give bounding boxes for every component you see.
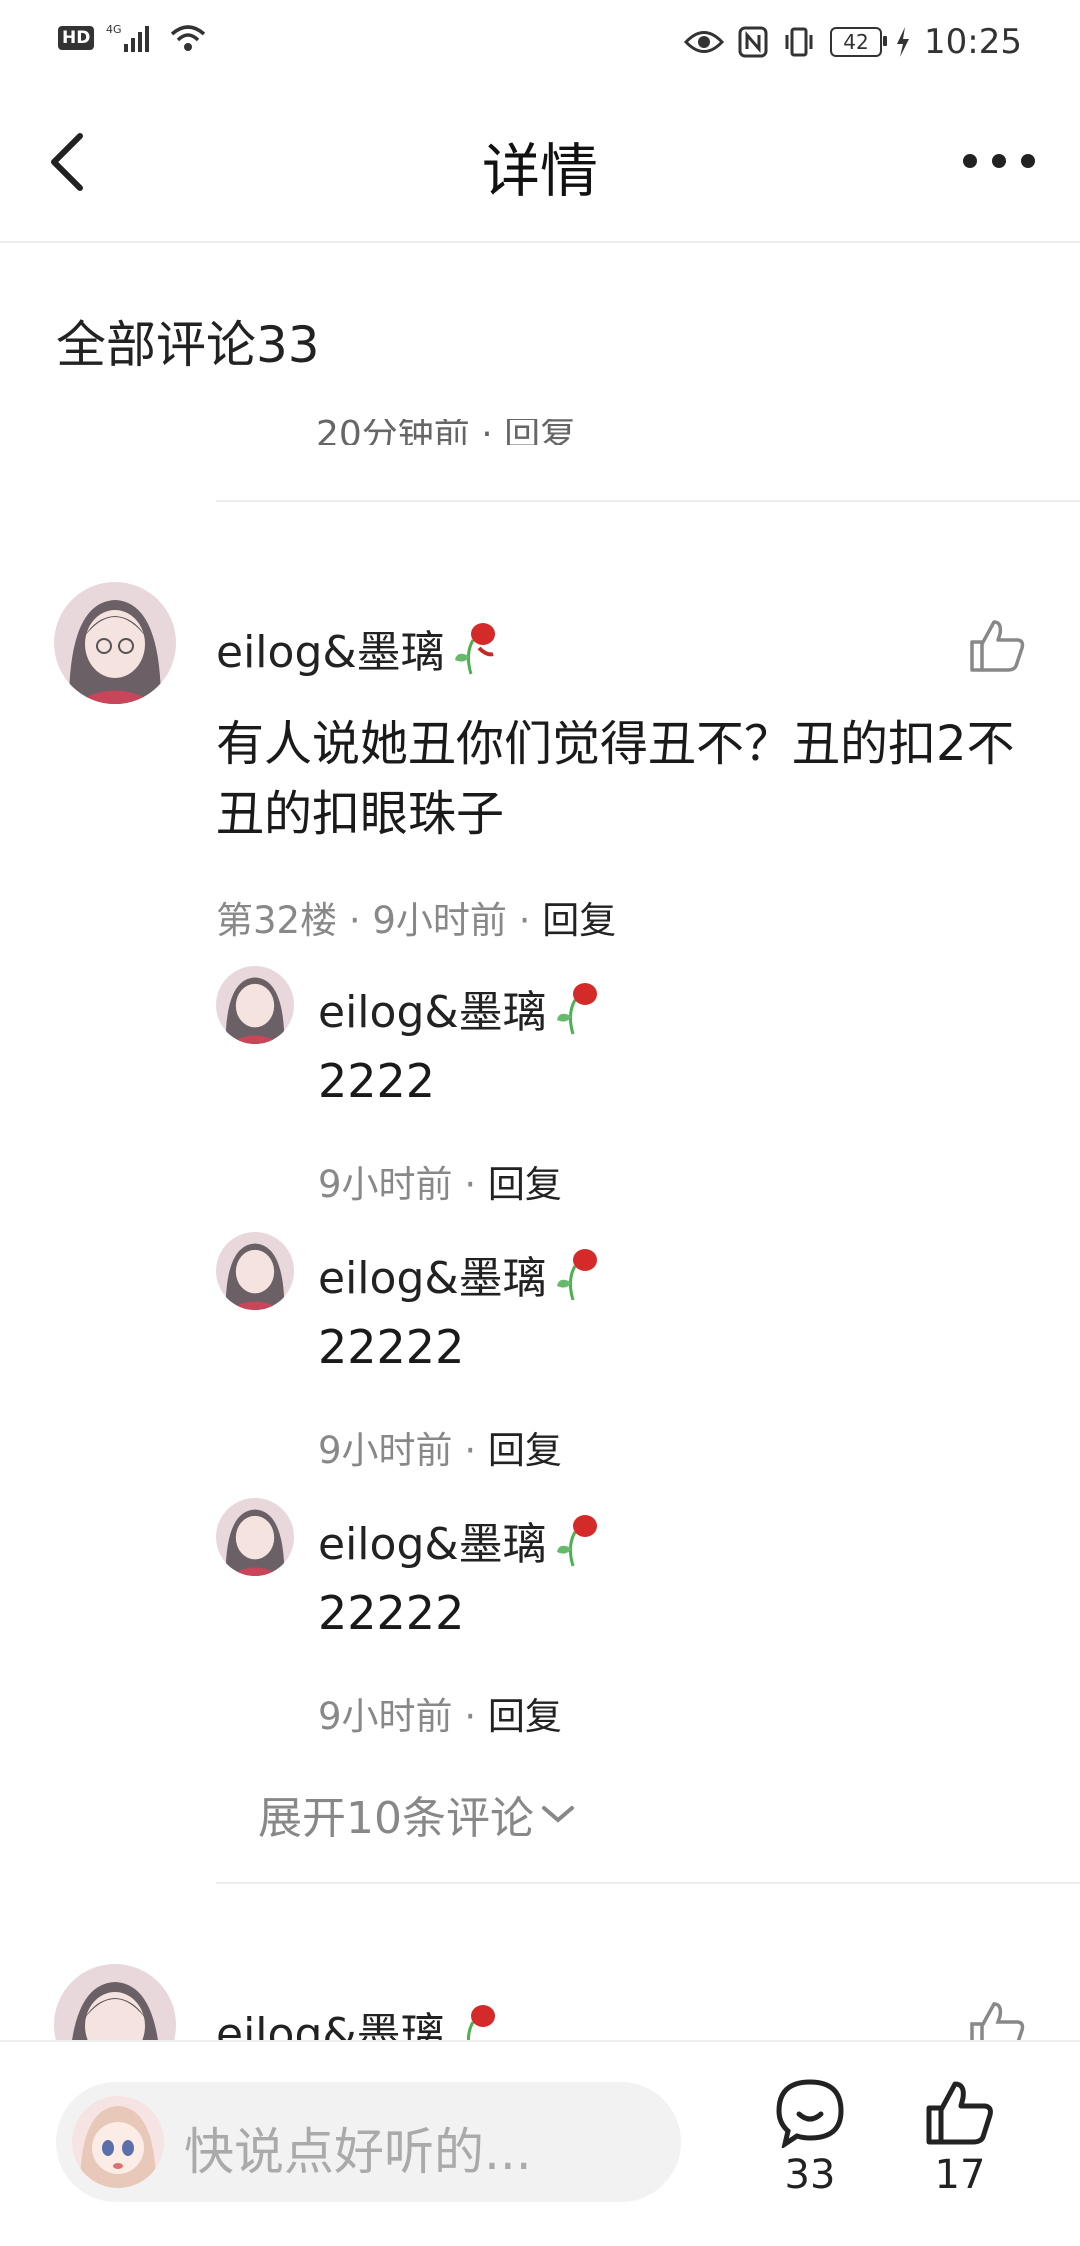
vibrate-icon <box>785 27 813 57</box>
meta-dot: · <box>348 899 373 942</box>
comment-text: 有人说她丑你们觉得丑不？丑的扣2不丑的扣眼珠子 <box>216 716 1015 842</box>
thumbs-up-icon <box>926 2081 993 2145</box>
like-count-button[interactable]: 17 <box>910 2078 1010 2198</box>
reply-button[interactable]: 回复 <box>488 1429 562 1472</box>
reply-username-text: eilog&墨璃 <box>318 1253 547 1304</box>
nfc-icon <box>738 26 768 58</box>
wifi-icon <box>171 25 206 51</box>
battery-level: 42 <box>843 30 869 54</box>
eye-icon <box>684 31 725 53</box>
rose-icon <box>454 623 495 675</box>
comment-username[interactable]: eilog&墨璃 <box>216 1998 501 2040</box>
comment-divider <box>216 500 1080 502</box>
battery-icon: 42 <box>830 27 888 57</box>
commenter-avatar[interactable] <box>54 1964 176 2040</box>
reply-avatar[interactable] <box>216 1232 294 1310</box>
reply-button[interactable]: 回复 <box>488 1695 562 1738</box>
reply-time: 9小时前 <box>318 1163 453 1206</box>
expand-replies-button[interactable]: 展开10条评论 <box>258 1782 576 1846</box>
comment-meta: 第32楼 · 9小时前 · 回复 <box>216 890 616 944</box>
username-text: eilog&墨璃 <box>216 2009 445 2040</box>
reply-meta: 9小时前 · 回复 <box>318 1686 562 1740</box>
comment-like-icon[interactable] <box>968 1998 1026 2040</box>
reply-username-text: eilog&墨璃 <box>318 1519 547 1570</box>
next-comment-preview: eilog&墨璃 <box>0 1960 1080 2040</box>
meta-dot: · <box>464 1695 488 1738</box>
reply-username[interactable]: eilog&墨璃 <box>318 976 603 1040</box>
comment-bubble-icon <box>776 2079 844 2150</box>
reply-text: 22222 <box>318 1320 465 1374</box>
comment-count: 33 <box>784 2152 836 2198</box>
reply-text: 2222 <box>318 1054 436 1108</box>
reply-button[interactable]: 回复 <box>488 1163 562 1206</box>
status-right: 42 10:25 <box>684 22 1022 62</box>
rose-icon <box>466 2005 495 2040</box>
comment-input[interactable]: 快说点好听的... <box>56 2082 681 2202</box>
comment-count-button[interactable]: 33 <box>760 2078 860 2198</box>
rose-icon <box>556 1249 597 1301</box>
user-avatar <box>72 2096 164 2188</box>
top-nav-bar: 详情 <box>0 84 1080 243</box>
meta-dot: · <box>464 1429 488 1472</box>
reply-text: 22222 <box>318 1586 465 1640</box>
expand-label: 展开10条评论 <box>258 1793 534 1844</box>
page-title: 详情 <box>481 137 598 205</box>
comment-divider <box>216 1882 1080 1884</box>
status-bar: HD 4G 42 10:25 <box>0 0 1080 84</box>
comment-input-placeholder[interactable]: 快说点好听的... <box>184 2112 532 2184</box>
reply-username[interactable]: eilog&墨璃 <box>318 1508 603 1572</box>
floor-label: 第32楼 <box>216 899 338 942</box>
previous-comment-meta: 20分钟前 · 回复 <box>316 414 577 445</box>
reply-avatar[interactable] <box>216 966 294 1044</box>
reply-username[interactable]: eilog&墨璃 <box>318 1242 603 1306</box>
comment-time: 9小时前 <box>372 899 507 942</box>
username-text: eilog&墨璃 <box>216 627 445 678</box>
rose-icon <box>556 1515 597 1567</box>
clock: 10:25 <box>924 22 1022 62</box>
reply-list: eilog&墨璃 2222 9小时前 · 回复 eilog&墨璃 22222 9… <box>216 966 1036 1766</box>
reply-meta: 9小时前 · 回复 <box>318 1420 562 1474</box>
meta-dot: · <box>518 899 543 942</box>
reply-meta: 9小时前 · 回复 <box>318 1154 562 1208</box>
hd-badge: HD <box>58 26 95 50</box>
signal-icon: 4G <box>106 23 150 52</box>
chevron-down-icon <box>542 1806 574 1823</box>
bottom-action-bar: 快说点好听的... 33 17 <box>0 2040 1080 2246</box>
reply-avatar[interactable] <box>216 1498 294 1576</box>
more-options-icon[interactable] <box>962 146 1036 176</box>
rose-icon <box>556 983 597 1035</box>
comment-like-icon[interactable] <box>968 616 1026 674</box>
network-label: 4G <box>106 23 122 36</box>
like-count: 17 <box>934 2152 986 2198</box>
commenter-avatar[interactable] <box>54 582 176 704</box>
meta-dot: · <box>464 1163 488 1206</box>
reply-time: 9小时前 <box>318 1695 453 1738</box>
comment-username[interactable]: eilog&墨璃 <box>216 616 501 680</box>
charging-icon <box>897 27 910 57</box>
reply-time: 9小时前 <box>318 1429 453 1472</box>
reply-username-text: eilog&墨璃 <box>318 987 547 1038</box>
reply-button[interactable]: 回复 <box>542 899 616 942</box>
status-left: HD 4G <box>58 22 208 54</box>
comments-section-title: 全部评论33 <box>56 316 320 374</box>
